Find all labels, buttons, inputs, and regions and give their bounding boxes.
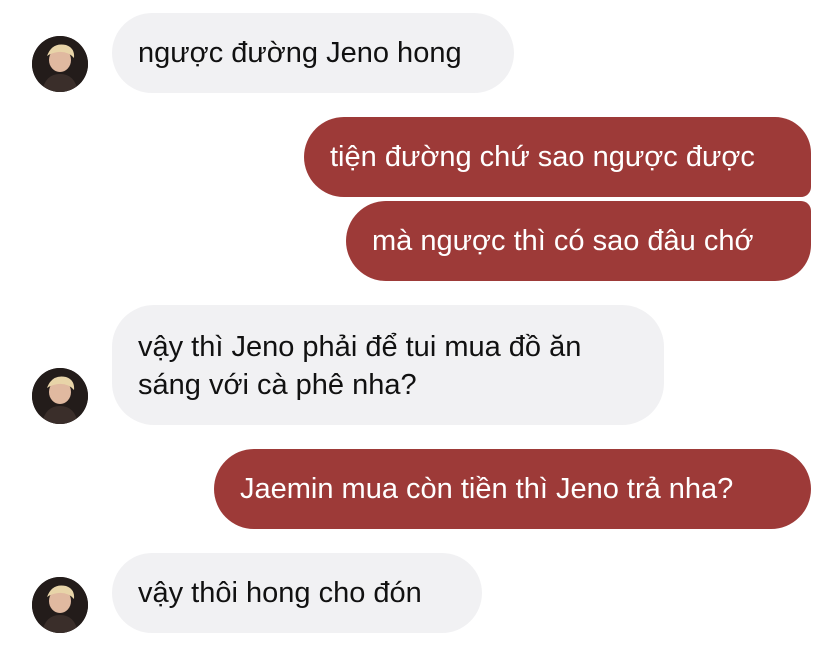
message-text-line: vậy thì Jeno phải để tui mua đồ ăn	[138, 331, 582, 363]
avatar-photo-icon	[32, 36, 88, 92]
message-bubble-incoming[interactable]: vậy thì Jeno phải để tui mua đồ ăn sáng …	[112, 305, 664, 425]
message-text-line: sáng với cà phê nha?	[138, 369, 417, 401]
message-text: vậy thôi hong cho đón	[138, 577, 422, 609]
message-text: Jaemin mua còn tiền thì Jeno trả nha?	[240, 473, 734, 505]
message-bubble-incoming[interactable]: ngược đường Jeno hong	[112, 13, 514, 93]
contact-avatar[interactable]	[32, 577, 88, 633]
message-bubble-outgoing[interactable]: Jaemin mua còn tiền thì Jeno trả nha?	[214, 449, 811, 529]
contact-avatar[interactable]	[32, 36, 88, 92]
message-text: mà ngược thì có sao đâu chớ	[372, 225, 754, 257]
chat-thread: ngược đường Jeno hong tiện đường chứ sao…	[0, 0, 828, 648]
avatar-photo-icon	[32, 577, 88, 633]
contact-avatar[interactable]	[32, 368, 88, 424]
message-text: ngược đường Jeno hong	[138, 37, 462, 69]
message-bubble-outgoing[interactable]: mà ngược thì có sao đâu chớ	[346, 201, 811, 281]
message-bubble-outgoing[interactable]: tiện đường chứ sao ngược được	[304, 117, 811, 197]
message-bubble-incoming[interactable]: vậy thôi hong cho đón	[112, 553, 482, 633]
message-text: tiện đường chứ sao ngược được	[330, 141, 755, 173]
avatar-photo-icon	[32, 368, 88, 424]
